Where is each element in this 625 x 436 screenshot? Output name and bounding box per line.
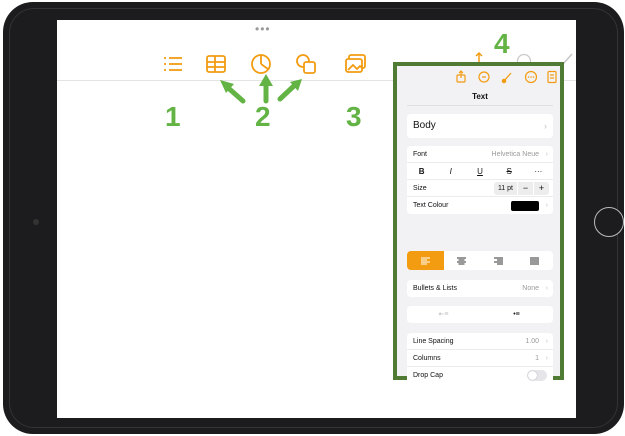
chevron-right-icon: › <box>544 121 547 131</box>
camera <box>33 219 39 225</box>
alignment-segmented-control <box>407 251 553 270</box>
bullets-label: Bullets & Lists <box>413 285 457 292</box>
bold-button[interactable]: B <box>412 163 432 179</box>
list-icon[interactable] <box>161 52 185 76</box>
toggle-knob <box>528 371 537 380</box>
align-left-icon <box>420 257 430 264</box>
font-row[interactable]: Font Helvetica Neue › <box>407 146 553 163</box>
font-label: Font <box>413 151 428 158</box>
panel-tab-bar <box>397 66 560 88</box>
underline-button[interactable]: U <box>470 163 490 179</box>
text-colour-label: Text Colour <box>413 202 449 209</box>
more-format-button[interactable]: ··· <box>528 163 548 179</box>
chevron-right-icon: › <box>545 338 548 345</box>
shape-icon[interactable] <box>294 52 318 76</box>
spacing-group: Line Spacing 1.00 › Columns 1 › Drop Cap <box>407 333 553 384</box>
format-brush-icon[interactable] <box>501 70 515 84</box>
strikethrough-button[interactable]: S <box>499 163 519 179</box>
drop-cap-label: Drop Cap <box>413 372 443 379</box>
home-button[interactable] <box>594 207 624 237</box>
bullets-group: Bullets & Lists None › <box>407 280 553 297</box>
line-spacing-value: 1.00 <box>525 338 539 345</box>
font-group: Font Helvetica Neue › B I U S ··· Size 1… <box>407 146 553 214</box>
align-justify-button[interactable] <box>517 251 554 270</box>
bullets-row[interactable]: Bullets & Lists None › <box>407 280 553 297</box>
indent-control: ⇤≡ •≡ <box>407 306 553 323</box>
chevron-right-icon: › <box>545 151 548 158</box>
panel-content: Text Body › Font Helvetica Neue › B I U … <box>407 88 553 384</box>
annotation-label-4: 4 <box>494 28 510 59</box>
align-left-button[interactable] <box>407 251 444 270</box>
colour-swatch[interactable] <box>511 201 539 211</box>
chevron-right-icon: › <box>545 285 548 292</box>
text-colour-row[interactable]: Text Colour › <box>407 197 553 214</box>
font-value: Helvetica Neue <box>491 151 539 158</box>
paragraph-style-button[interactable]: Body › <box>407 114 553 138</box>
annotation-label-1: 1 <box>165 101 181 132</box>
text-format-row: B I U S ··· <box>407 163 553 180</box>
share-icon[interactable] <box>454 70 468 84</box>
increase-indent-button[interactable]: •≡ <box>480 306 553 323</box>
size-value[interactable]: 11 pt <box>493 182 517 195</box>
size-row: Size 11 pt − + <box>407 180 553 197</box>
size-stepper: 11 pt − + <box>493 182 549 195</box>
align-justify-icon <box>530 257 540 264</box>
align-right-icon <box>493 257 503 264</box>
table-icon[interactable] <box>204 52 228 76</box>
line-spacing-label: Line Spacing <box>413 338 454 345</box>
columns-value: 1 <box>535 355 539 362</box>
columns-label: Columns <box>413 355 441 362</box>
chevron-right-icon: › <box>545 355 548 362</box>
annotation-label-3: 3 <box>346 101 362 132</box>
media-icon[interactable] <box>344 52 368 76</box>
document-icon[interactable] <box>545 70 559 84</box>
multitasking-dots[interactable]: ••• <box>255 23 271 35</box>
size-increase-button[interactable]: + <box>533 182 549 195</box>
undo-icon[interactable] <box>477 70 491 84</box>
line-spacing-row[interactable]: Line Spacing 1.00 › <box>407 333 553 350</box>
drop-cap-toggle[interactable] <box>527 370 547 381</box>
align-right-button[interactable] <box>480 251 517 270</box>
more-icon[interactable] <box>524 70 538 84</box>
size-label: Size <box>413 185 427 192</box>
columns-row[interactable]: Columns 1 › <box>407 350 553 367</box>
annotation-label-2: 2 <box>255 101 271 132</box>
format-panel: Text Body › Font Helvetica Neue › B I U … <box>393 62 564 384</box>
paragraph-style-label: Body <box>413 120 436 131</box>
align-center-icon <box>457 257 467 264</box>
italic-button[interactable]: I <box>441 163 461 179</box>
bullets-value: None <box>522 285 539 292</box>
decrease-indent-button[interactable]: ⇤≡ <box>407 306 480 323</box>
panel-title: Text <box>407 88 553 106</box>
align-center-button[interactable] <box>444 251 481 270</box>
size-decrease-button[interactable]: − <box>517 182 533 195</box>
chart-icon[interactable] <box>249 52 273 76</box>
drop-cap-row: Drop Cap <box>407 367 553 384</box>
chevron-right-icon: › <box>545 202 548 209</box>
